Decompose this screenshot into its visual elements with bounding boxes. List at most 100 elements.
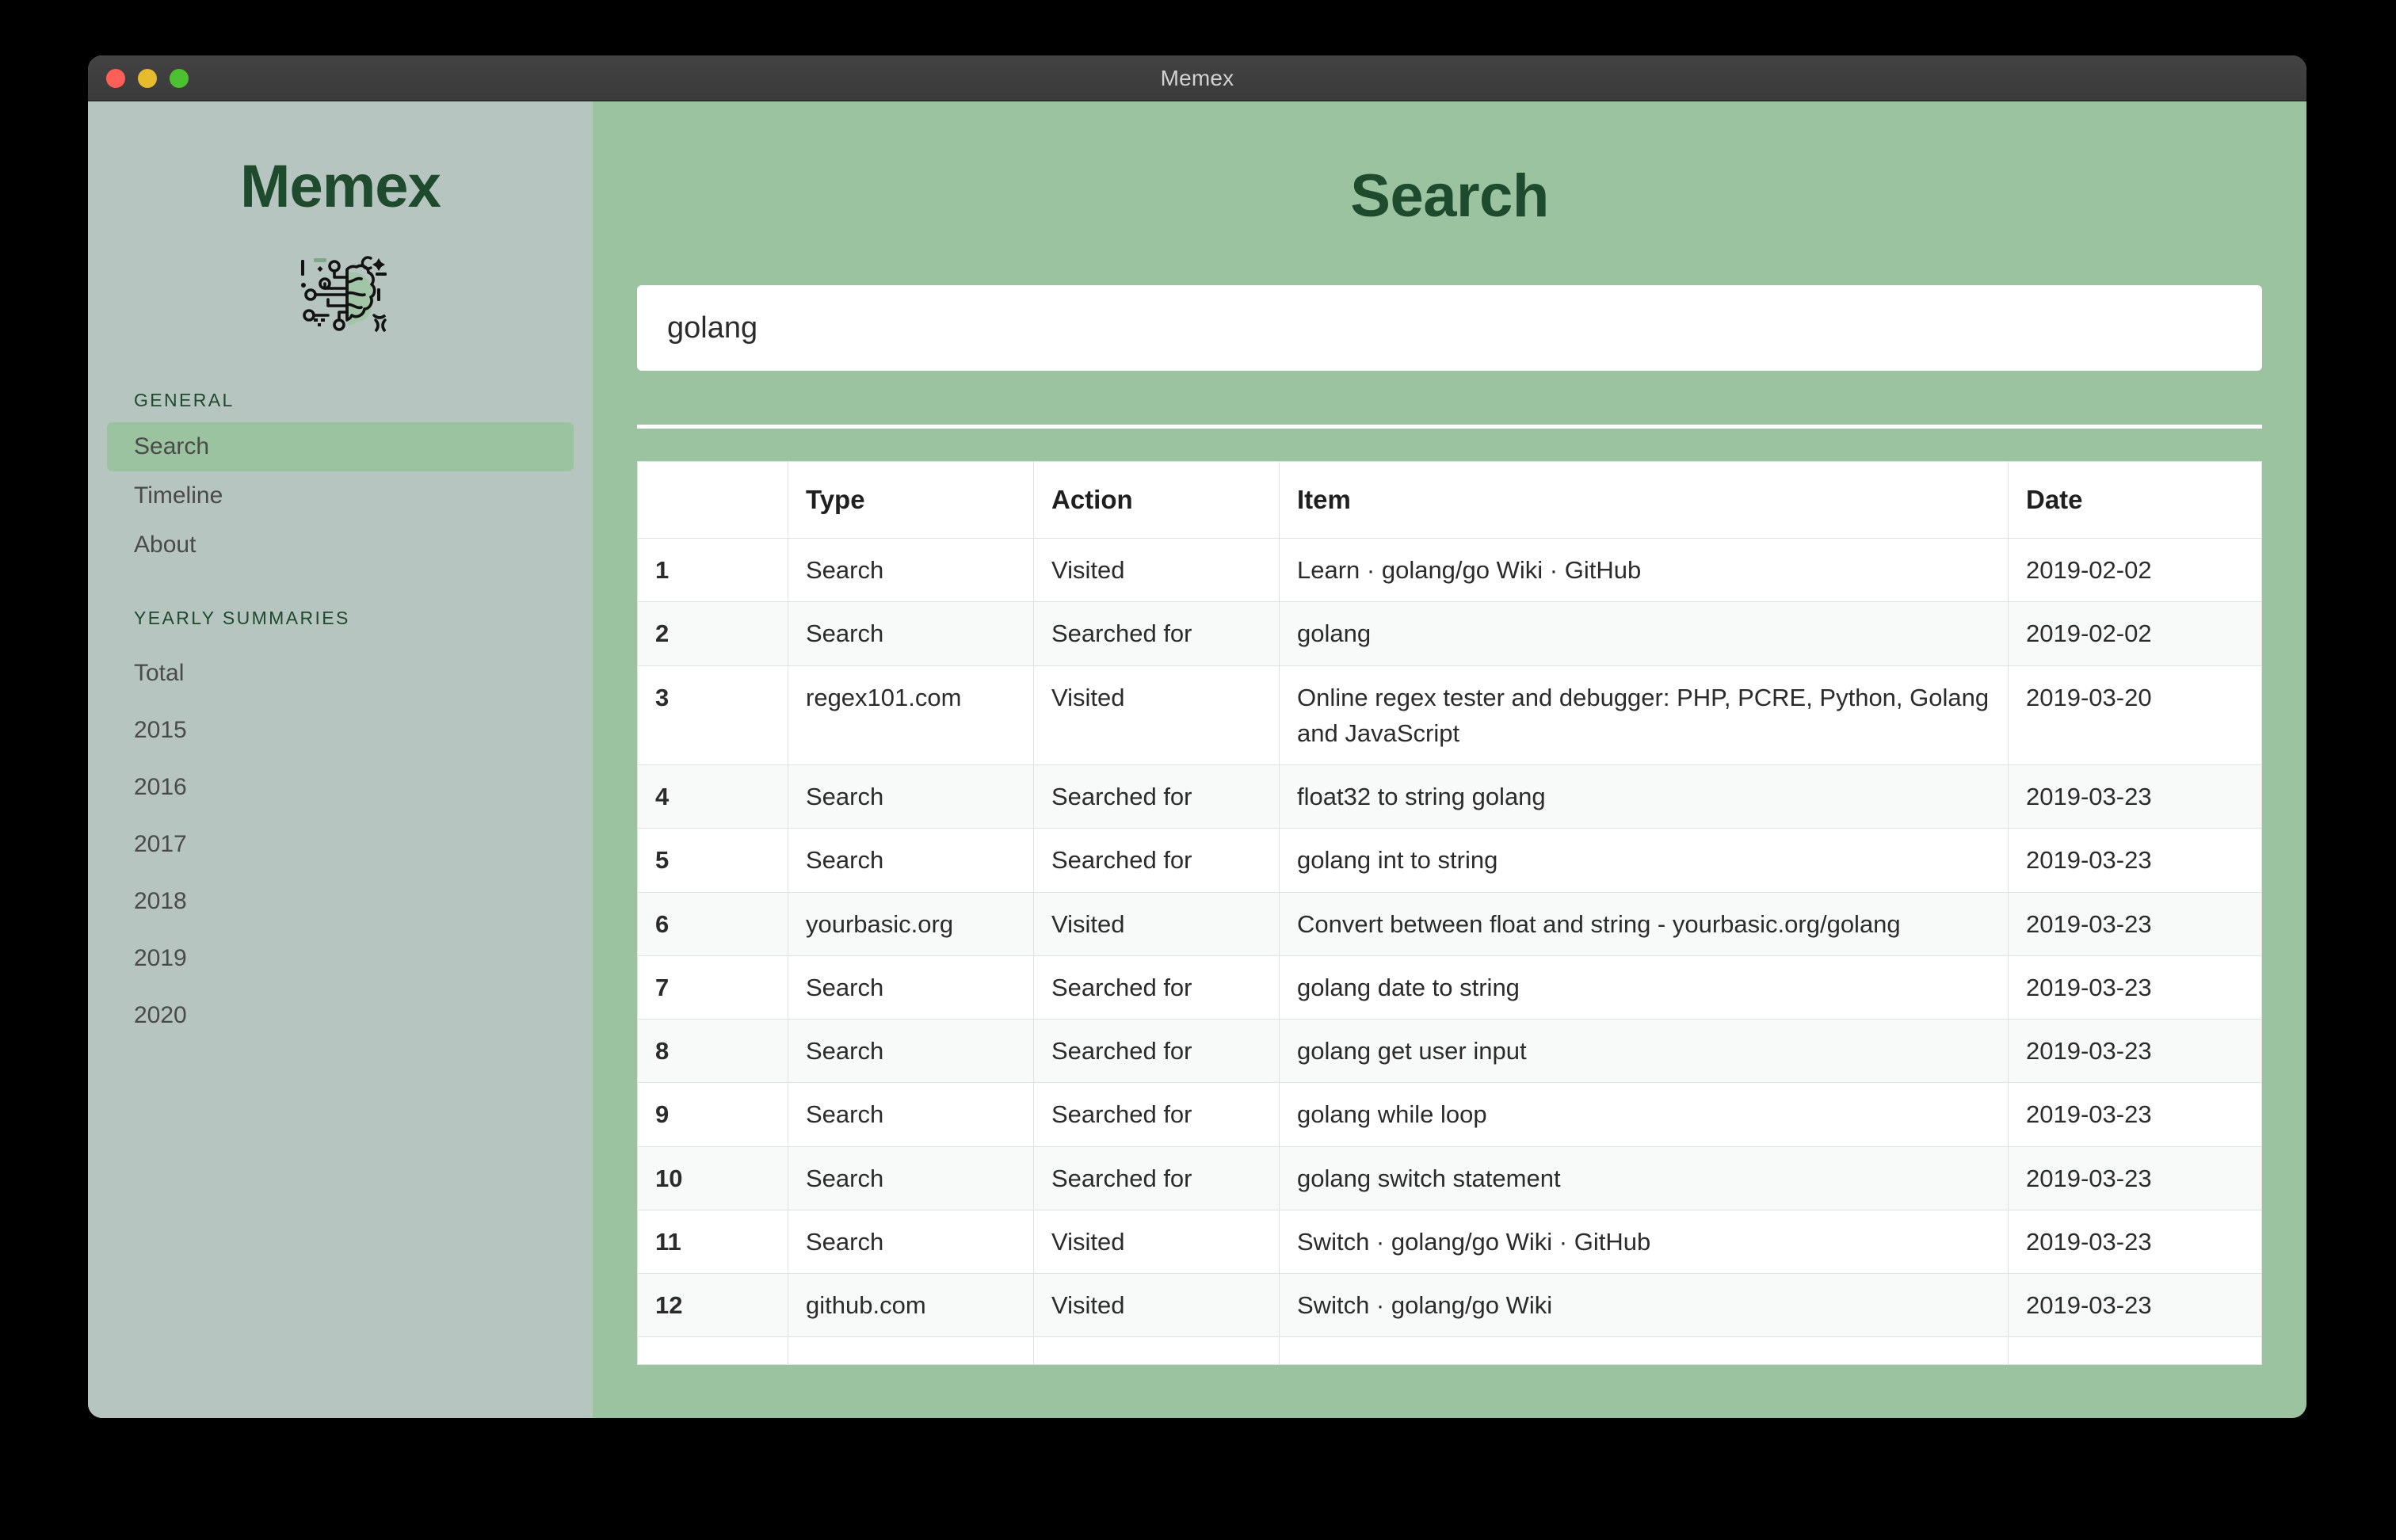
close-window-button[interactable] — [106, 68, 125, 88]
zoom-window-button[interactable] — [170, 68, 189, 88]
sidebar-item-about[interactable]: About — [107, 520, 574, 570]
nav-heading-general: GENERAL — [134, 390, 235, 410]
search-results-table: Type Action Item Date 1 Search Visited Lear… — [637, 461, 2262, 1366]
cell-action: Visited — [1033, 1273, 1280, 1338]
cell-action: Visited — [1033, 1209, 1280, 1275]
cell-type: Search — [788, 1082, 1034, 1147]
cell-type: regex101.com — [788, 665, 1034, 766]
cell-item: golang date to string — [1279, 955, 2009, 1020]
cell-date: 2019-02-02 — [2008, 538, 2262, 603]
cell-type: Search — [788, 1209, 1034, 1275]
cell-date: 2019-03-23 — [2008, 764, 2262, 829]
nav-list-yearly: Total 2015 2016 2017 2018 2019 2020 — [88, 645, 593, 1044]
sidebar-item-2017[interactable]: 2017 — [107, 816, 574, 873]
nav-list-general: Search Timeline About — [88, 422, 593, 570]
nav-heading-yearly-summaries: YEARLY SUMMARIES — [134, 608, 350, 628]
cell-date: 2019-03-23 — [2008, 891, 2262, 956]
results-scroll-area[interactable]: Type Action Item Date 1 Search Visited Lear… — [637, 461, 2262, 1418]
cell-action: Searched for — [1033, 955, 1280, 1020]
table-row[interactable]: 6 yourbasic.org Visited Convert between flo… — [637, 891, 2262, 956]
column-header-index[interactable] — [637, 461, 788, 539]
cell-index: 1 — [637, 538, 788, 603]
column-header-action[interactable]: Action — [1033, 461, 1280, 539]
cell-index: 4 — [637, 764, 788, 829]
search-input[interactable] — [637, 285, 2262, 371]
cell-index: 8 — [637, 1019, 788, 1084]
table-header-row: Type Action Item Date — [637, 461, 2262, 539]
table-row[interactable]: 7 Search Searched for golang date to string… — [637, 955, 2262, 1020]
window-body: Memex GENERAL Search Timeline About YEAR… — [88, 101, 2306, 1418]
table-row[interactable]: 11 Search Visited Switch · golang/go Wiki ·… — [637, 1209, 2262, 1275]
table-row[interactable]: 4 Search Searched for float32 to string gol… — [637, 764, 2262, 829]
sidebar-item-timeline[interactable]: Timeline — [107, 471, 574, 520]
app-window: Memex Memex GENERAL Search Timeline Abou… — [88, 55, 2306, 1418]
column-header-item[interactable]: Item — [1279, 461, 2009, 539]
page-title: Search — [1350, 162, 1549, 230]
cell-action — [1033, 1336, 1280, 1366]
sidebar-item-2019[interactable]: 2019 — [107, 930, 574, 987]
window-controls — [88, 68, 189, 88]
brand-title: Memex — [240, 153, 441, 220]
cell-date: 2019-03-23 — [2008, 1082, 2262, 1147]
cell-type — [788, 1336, 1034, 1366]
cell-item: float32 to string golang — [1279, 764, 2009, 829]
cell-action: Searched for — [1033, 1145, 1280, 1210]
sidebar-item-2020[interactable]: 2020 — [107, 987, 574, 1044]
cell-index: 5 — [637, 828, 788, 893]
section-divider — [637, 425, 2262, 429]
cell-date: 2019-03-23 — [2008, 955, 2262, 1020]
cell-type: Search — [788, 955, 1034, 1020]
table-row[interactable]: 2 Search Searched for golang 2019-02-02 — [637, 601, 2262, 666]
sidebar-item-2016[interactable]: 2016 — [107, 759, 574, 816]
cell-item: golang while loop — [1279, 1082, 2009, 1147]
cell-item: golang get user input — [1279, 1019, 2009, 1084]
cell-date: 2019-03-23 — [2008, 828, 2262, 893]
sidebar-item-search[interactable]: Search — [107, 422, 574, 471]
cell-action: Searched for — [1033, 828, 1280, 893]
main-content: Search Type Action Item Date — [593, 101, 2306, 1418]
cell-item: golang int to string — [1279, 828, 2009, 893]
table-row[interactable]: 3 regex101.com Visited Online regex tester … — [637, 665, 2262, 766]
table-row[interactable]: 12 github.com Visited Switch · golang/go Wi… — [637, 1273, 2262, 1338]
table-row[interactable]: 10 Search Searched for golang switch statem… — [637, 1145, 2262, 1210]
sidebar: Memex GENERAL Search Timeline About YEAR… — [88, 101, 593, 1418]
cell-type: Search — [788, 764, 1034, 829]
ai-brain-circuit-icon — [300, 256, 387, 333]
minimize-window-button[interactable] — [138, 68, 157, 88]
table-row[interactable] — [637, 1336, 2262, 1366]
cell-type: github.com — [788, 1273, 1034, 1338]
table-row[interactable]: 5 Search Searched for golang int to string 2… — [637, 828, 2262, 893]
cell-action: Searched for — [1033, 1082, 1280, 1147]
window-title: Memex — [1160, 65, 1234, 90]
cell-action: Searched for — [1033, 1019, 1280, 1084]
cell-type: yourbasic.org — [788, 891, 1034, 956]
cell-index: 3 — [637, 665, 788, 766]
cell-date: 2019-03-23 — [2008, 1145, 2262, 1210]
sidebar-item-2018[interactable]: 2018 — [107, 873, 574, 930]
cell-item: Learn · golang/go Wiki · GitHub — [1279, 538, 2009, 603]
cell-index: 6 — [637, 891, 788, 956]
table-row[interactable]: 9 Search Searched for golang while loop 2019… — [637, 1082, 2262, 1147]
cell-action: Searched for — [1033, 601, 1280, 666]
table-body: 1 Search Visited Learn · golang/go Wiki · G… — [637, 538, 2262, 1366]
sidebar-item-2015[interactable]: 2015 — [107, 702, 574, 759]
cell-date — [2008, 1336, 2262, 1366]
cell-date: 2019-03-23 — [2008, 1209, 2262, 1275]
cell-index: 2 — [637, 601, 788, 666]
cell-type: Search — [788, 538, 1034, 603]
sidebar-item-total[interactable]: Total — [107, 645, 574, 702]
table-row[interactable]: 1 Search Visited Learn · golang/go Wiki · G… — [637, 538, 2262, 603]
cell-index: 10 — [637, 1145, 788, 1210]
table-row[interactable]: 8 Search Searched for golang get user input… — [637, 1019, 2262, 1084]
column-header-date[interactable]: Date — [2008, 461, 2262, 539]
cell-item: Convert between float and string - yourb… — [1279, 891, 2009, 956]
cell-item: golang switch statement — [1279, 1145, 2009, 1210]
cell-type: Search — [788, 828, 1034, 893]
column-header-type[interactable]: Type — [788, 461, 1034, 539]
cell-date: 2019-03-23 — [2008, 1019, 2262, 1084]
table-header: Type Action Item Date — [637, 461, 2262, 539]
cell-action: Searched for — [1033, 764, 1280, 829]
cell-item: Switch · golang/go Wiki — [1279, 1273, 2009, 1338]
cell-type: Search — [788, 1145, 1034, 1210]
cell-index: 7 — [637, 955, 788, 1020]
